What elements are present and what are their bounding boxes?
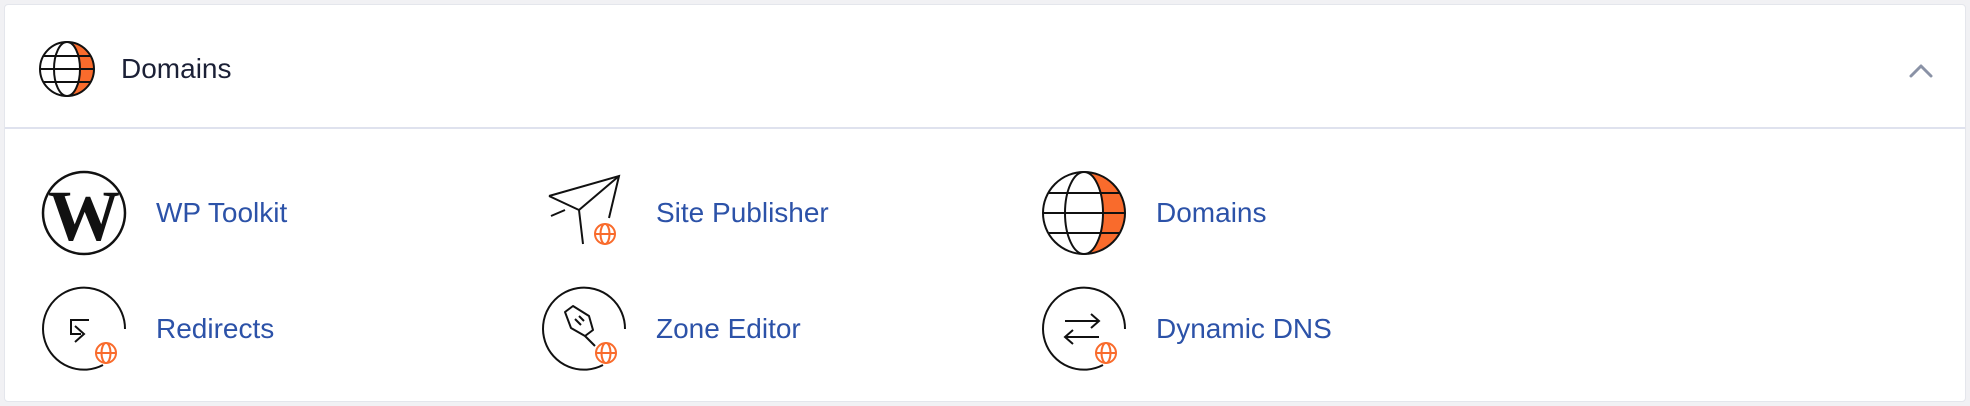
tool-label: Dynamic DNS bbox=[1156, 313, 1332, 344]
tool-label: Domains bbox=[1156, 197, 1267, 228]
tool-site-publisher[interactable]: Site Publisher bbox=[541, 167, 1001, 257]
paper-plane-globe-icon bbox=[541, 170, 627, 256]
tool-zone-editor[interactable]: Zone Editor bbox=[541, 283, 1001, 373]
tool-label: Redirects bbox=[156, 313, 275, 344]
tool-label: Site Publisher bbox=[656, 197, 829, 228]
wordpress-icon: W bbox=[41, 170, 127, 256]
chevron-up-icon[interactable] bbox=[1905, 55, 1937, 87]
tool-label: WP Toolkit bbox=[156, 197, 288, 228]
panel-header[interactable]: Domains bbox=[5, 5, 1965, 129]
tool-dynamic-dns[interactable]: Dynamic DNS bbox=[1041, 283, 1501, 373]
pen-globe-icon bbox=[541, 286, 627, 372]
tool-wp-toolkit[interactable]: W WP Toolkit bbox=[41, 167, 501, 257]
tool-domains[interactable]: Domains bbox=[1041, 167, 1501, 257]
section-title: Domains bbox=[121, 53, 232, 84]
tool-redirects[interactable]: Redirects bbox=[41, 283, 501, 373]
redirect-arrow-globe-icon bbox=[41, 286, 127, 372]
svg-text:W: W bbox=[48, 176, 120, 256]
swap-arrows-globe-icon bbox=[1041, 286, 1127, 372]
tools-grid: W WP Toolkit Site Publisher Domains Redi… bbox=[5, 129, 1965, 401]
domains-panel: Domains W WP Toolkit Site Publisher Doma… bbox=[4, 4, 1966, 402]
tool-label: Zone Editor bbox=[656, 313, 801, 344]
globe-icon bbox=[37, 39, 97, 99]
globe-icon bbox=[1041, 170, 1127, 256]
